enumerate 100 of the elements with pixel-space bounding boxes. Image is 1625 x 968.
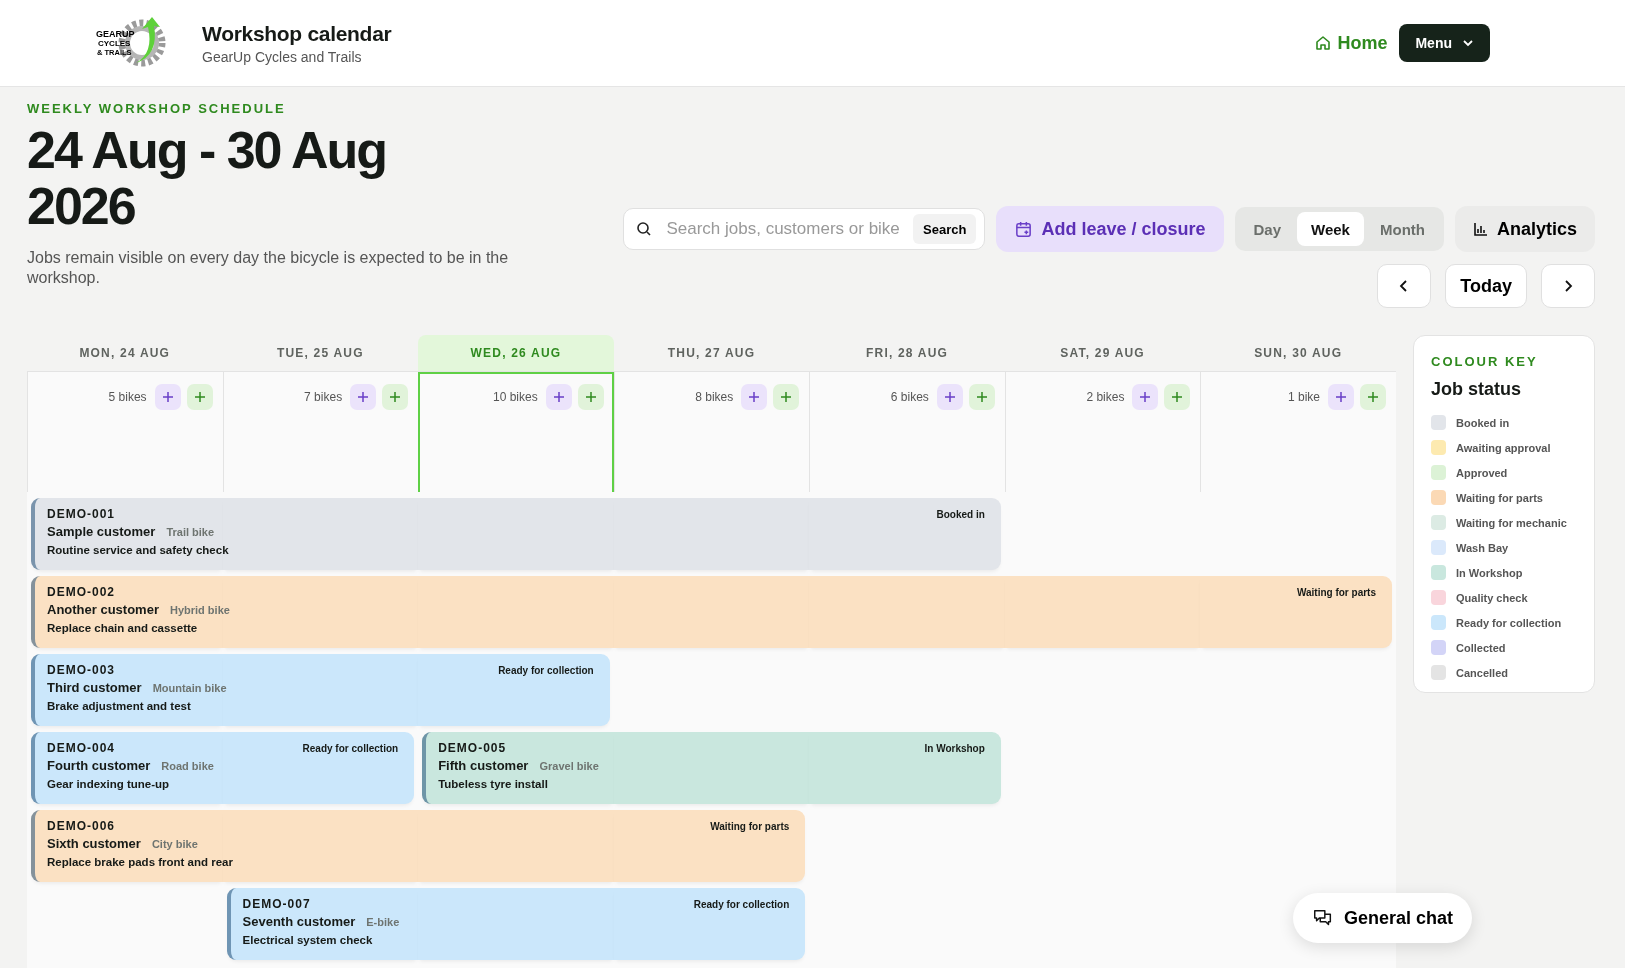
search-button[interactable]: Search <box>913 214 977 244</box>
day-header: THU, 27 AUG <box>666 345 757 362</box>
app-title: Workshop calendar <box>202 21 392 46</box>
add-leave-day-button[interactable] <box>154 384 181 410</box>
job-id: DEMO-004 <box>47 741 116 755</box>
job-id: DEMO-007 <box>242 897 311 911</box>
bike-type: Road bike <box>161 760 214 772</box>
menu-button[interactable]: Menu <box>1399 24 1490 62</box>
plus-icon <box>161 391 174 403</box>
caret-icon <box>1462 37 1474 49</box>
job-task: Replace brake pads front and rear <box>47 856 234 868</box>
home-icon <box>1315 35 1332 51</box>
job-id: DEMO-005 <box>438 741 507 755</box>
day-header: SUN, 30 AUG <box>1253 345 1344 362</box>
add-job-button[interactable] <box>1164 384 1191 410</box>
plus-icon <box>552 391 565 403</box>
status-label: Waiting for mechanic <box>1456 516 1567 529</box>
add-leave-day-button[interactable] <box>741 384 768 410</box>
plus-icon <box>943 391 956 403</box>
search-icon <box>636 221 653 237</box>
bike-type: Gravel bike <box>539 760 599 772</box>
today-button[interactable]: Today <box>1445 264 1527 308</box>
bike-type: Hybrid bike <box>169 604 230 616</box>
add-job-button[interactable] <box>577 384 604 410</box>
bike-count: 7 bikes <box>304 389 343 406</box>
customer-name: Sixth customer <box>47 836 141 851</box>
calendar-icon <box>1014 219 1034 239</box>
add-job-button[interactable] <box>186 384 213 410</box>
customer-name: Another customer <box>47 602 159 617</box>
job-task: Tubeless tyre install <box>438 778 549 790</box>
day-header: SAT, 29 AUG <box>1059 345 1146 362</box>
chat-button[interactable]: General chat <box>1293 893 1473 943</box>
search-field[interactable]: Search jobs, customers or bike Search <box>623 208 986 250</box>
bike-count: 2 bikes <box>1086 389 1125 406</box>
job-status: Ready for collection <box>693 899 791 910</box>
status-label: Quality check <box>1456 591 1528 604</box>
status-label: Wash Bay <box>1456 541 1509 554</box>
status-label: Collected <box>1456 641 1506 654</box>
legend-title: Job status <box>1431 379 1523 400</box>
status-label: Approved <box>1456 466 1508 479</box>
add-leave-day-button[interactable] <box>1132 384 1159 410</box>
job-status: Booked in <box>936 509 986 520</box>
day-header: WED, 26 AUG <box>418 335 614 371</box>
customer-name: Sample customer <box>47 524 156 539</box>
view-tab[interactable]: Day <box>1239 212 1296 246</box>
description-text: Jobs remain visible on every day the bicycle is expected to be in the workshop. <box>27 248 510 288</box>
bike-count: 8 bikes <box>695 389 734 406</box>
add-leave-day-button[interactable] <box>936 384 963 410</box>
job-id: DEMO-003 <box>47 663 116 677</box>
plus-icon <box>1335 391 1347 403</box>
job-id: DEMO-001 <box>47 507 116 521</box>
job-status: In Workshop <box>924 743 986 754</box>
add-leave-button[interactable]: Add leave / closure <box>996 206 1224 252</box>
plus-icon <box>357 391 370 403</box>
legend-eyebrow: COLOUR KEY <box>1431 354 1539 369</box>
shop-name: GearUp Cycles and Trails <box>202 48 363 65</box>
plus-icon <box>389 391 402 403</box>
view-tab[interactable]: Week <box>1297 212 1364 246</box>
day-header: TUE, 25 AUG <box>275 345 365 362</box>
plus-icon <box>584 391 597 403</box>
job-task: Gear indexing tune-up <box>47 778 171 790</box>
add-leave-day-button[interactable] <box>545 384 572 410</box>
analytics-button[interactable]: Analytics <box>1454 206 1595 252</box>
customer-name: Third customer <box>47 680 142 695</box>
status-label: In Workshop <box>1456 566 1523 579</box>
bike-type: E-bike <box>366 916 400 928</box>
status-label: Ready for collection <box>1456 616 1562 629</box>
add-leave-day-button[interactable] <box>350 384 377 410</box>
day-header: FRI, 28 AUG <box>865 345 950 362</box>
status-label: Waiting for parts <box>1456 491 1543 504</box>
job-id: DEMO-002 <box>47 585 116 599</box>
week-range-title: 24 Aug - 30 Aug 2026 <box>27 122 388 234</box>
job-status: Ready for collection <box>302 743 400 754</box>
bar-chart-icon <box>1472 221 1489 237</box>
add-leave-day-button[interactable] <box>1328 384 1354 410</box>
add-job-button[interactable] <box>968 384 995 410</box>
job-task: Electrical system check <box>242 934 374 946</box>
bike-count: 5 bikes <box>108 389 147 406</box>
job-status: Waiting for parts <box>710 821 791 832</box>
bike-count: 10 bikes <box>493 389 538 406</box>
add-job-button[interactable] <box>382 384 409 410</box>
job-task: Brake adjustment and test <box>47 700 192 712</box>
plus-icon <box>975 391 988 403</box>
add-job-button[interactable] <box>773 384 800 410</box>
add-job-button[interactable] <box>1360 384 1386 410</box>
bike-count: 6 bikes <box>890 389 929 406</box>
bike-type: Mountain bike <box>152 682 227 694</box>
plus-icon <box>780 391 793 403</box>
view-tab[interactable]: Month <box>1365 212 1439 246</box>
bike-type: City bike <box>151 838 198 850</box>
status-label: Cancelled <box>1456 666 1508 679</box>
customer-name: Seventh customer <box>242 914 356 929</box>
bike-type: Trail bike <box>166 526 215 538</box>
plus-icon <box>193 391 206 403</box>
plus-icon <box>1171 391 1184 403</box>
job-status: Ready for collection <box>498 665 595 676</box>
plus-icon <box>1367 391 1379 403</box>
bike-count: 1 bike <box>1287 389 1320 406</box>
home-link[interactable]: Home <box>1315 32 1388 54</box>
job-id: DEMO-006 <box>47 819 116 833</box>
